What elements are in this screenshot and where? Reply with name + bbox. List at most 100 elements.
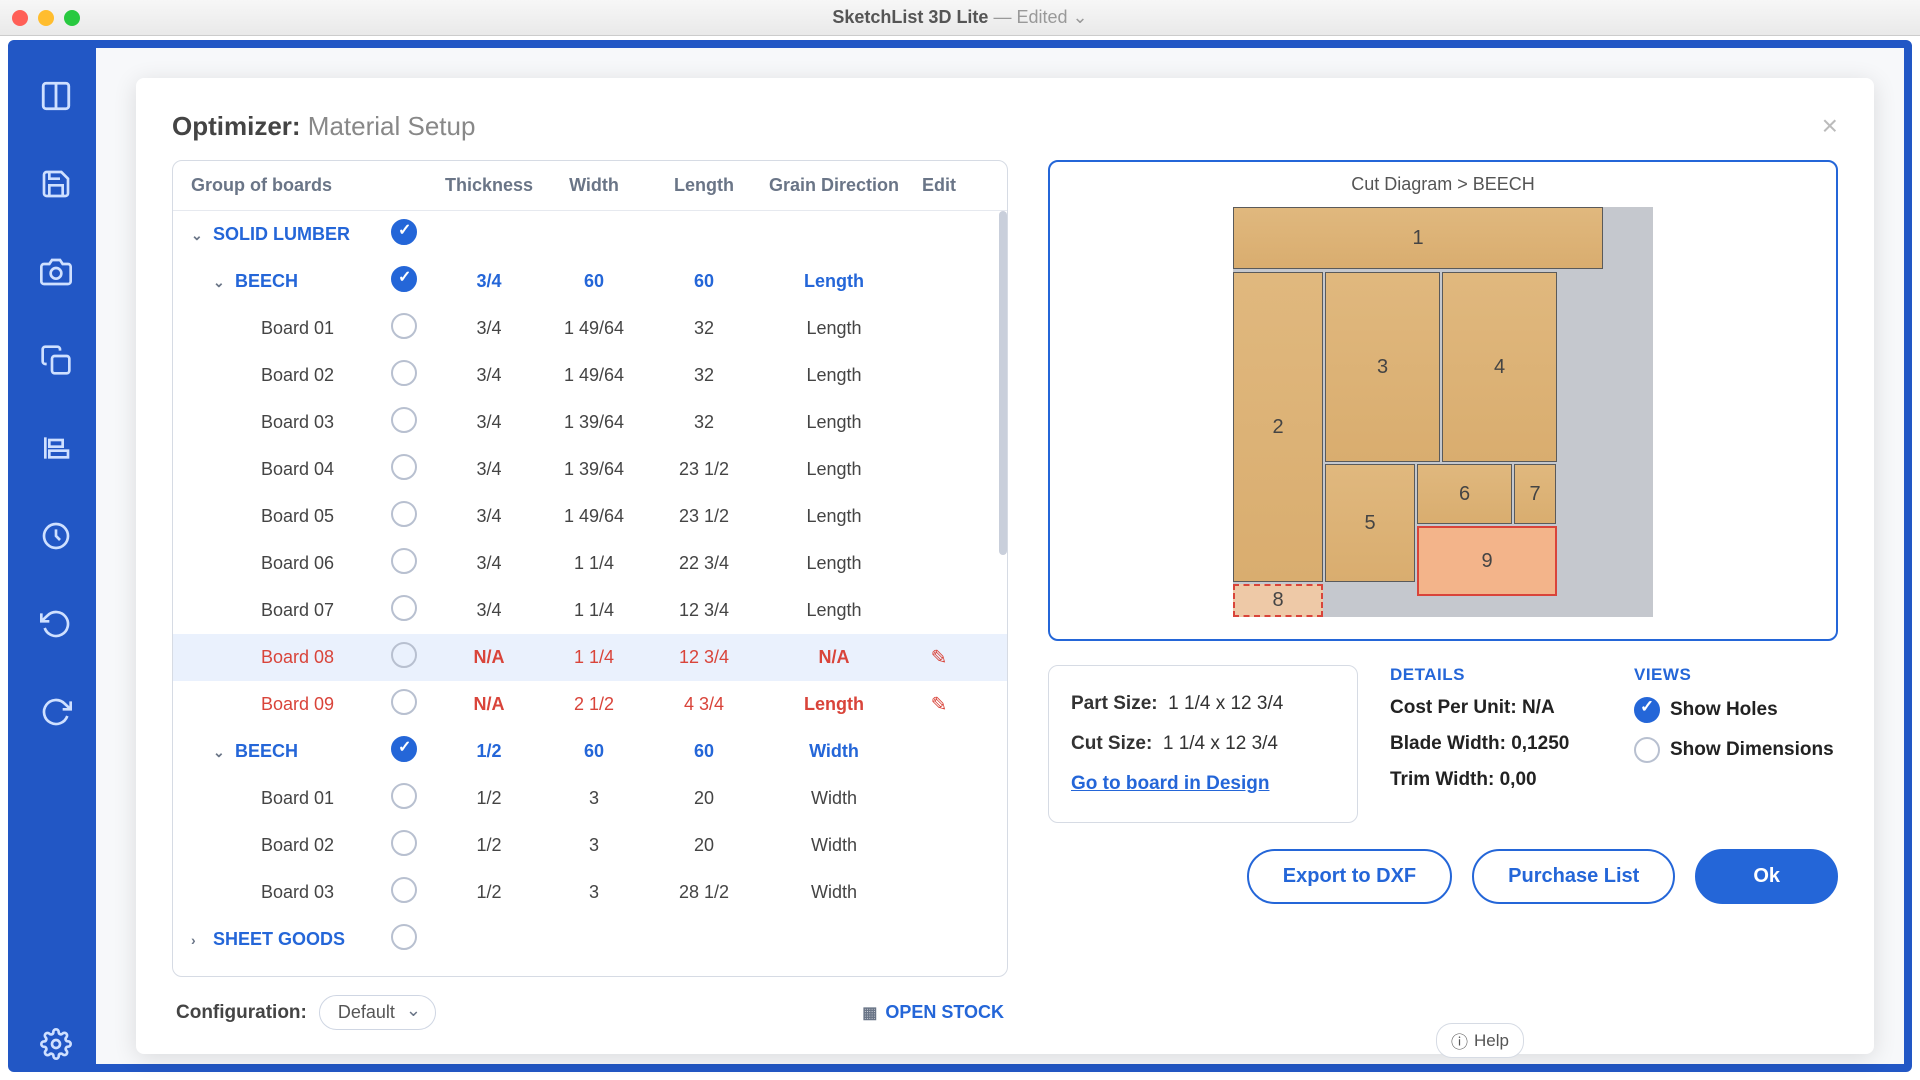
row-grain: Length — [759, 271, 909, 292]
table-row[interactable]: Board 01 3/4 1 49/64 32 Length — [173, 305, 1007, 352]
row-radio[interactable] — [391, 548, 417, 574]
row-name: SHEET GOODS — [213, 929, 345, 949]
piece-8[interactable]: 8 — [1233, 584, 1323, 617]
row-grain: Length — [759, 694, 909, 715]
cut-diagram-panel: Cut Diagram > BEECH 1 2 3 4 5 6 7 8 9 — [1048, 160, 1838, 641]
table-row[interactable]: ⌄BEECH 3/4 60 60 Length — [173, 258, 1007, 305]
table-row[interactable]: Board 07 3/4 1 1/4 12 3/4 Length — [173, 587, 1007, 634]
export-dxf-button[interactable]: Export to DXF — [1247, 849, 1452, 904]
boards-table: Group of boards Thickness Width Length G… — [172, 160, 1008, 977]
table-row[interactable]: Board 05 3/4 1 49/64 23 1/2 Length — [173, 493, 1007, 540]
row-length: 4 3/4 — [649, 694, 759, 715]
row-radio[interactable] — [391, 689, 417, 715]
row-thickness: 1/2 — [439, 788, 539, 809]
row-thickness: 3/4 — [439, 506, 539, 527]
cut-size-label: Cut Size: — [1071, 733, 1152, 754]
edit-icon[interactable]: ✎ — [931, 694, 948, 716]
row-width: 1 49/64 — [539, 506, 649, 527]
row-radio[interactable] — [391, 830, 417, 856]
table-row[interactable]: ⌄SOLID LUMBER — [173, 211, 1007, 258]
go-to-board-link[interactable]: Go to board in Design — [1071, 773, 1269, 794]
row-name: Board 09 — [261, 694, 334, 714]
configuration-select[interactable]: Default — [319, 995, 436, 1030]
show-holes-checkbox[interactable] — [1634, 697, 1660, 723]
table-row[interactable]: Board 08 N/A 1 1/4 12 3/4 N/A ✎ — [173, 634, 1007, 681]
row-radio[interactable] — [391, 266, 417, 292]
row-length: 20 — [649, 788, 759, 809]
close-dialog-button[interactable]: × — [1822, 110, 1838, 142]
table-row[interactable]: ⌄BEECH 1/2 60 60 Width — [173, 728, 1007, 775]
maximize-window-button[interactable] — [64, 10, 80, 26]
selection-info-card: Part Size: 1 1/4 x 12 3/4 Cut Size: 1 1/… — [1048, 665, 1358, 823]
open-stock-link[interactable]: ▦OPEN STOCK — [862, 1002, 1004, 1023]
row-name: Board 02 — [261, 365, 334, 385]
left-sidebar — [16, 48, 96, 1064]
undo-icon[interactable] — [36, 604, 76, 644]
table-row[interactable]: Board 02 3/4 1 49/64 32 Length — [173, 352, 1007, 399]
show-dimensions-checkbox[interactable] — [1634, 737, 1660, 763]
row-radio[interactable] — [391, 877, 417, 903]
table-row[interactable]: Board 09 N/A 2 1/2 4 3/4 Length ✎ — [173, 681, 1007, 728]
trim-width: Trim Width: 0,00 — [1390, 769, 1594, 791]
piece-7[interactable]: 7 — [1514, 464, 1556, 524]
panel-icon[interactable] — [36, 76, 76, 116]
row-radio[interactable] — [391, 501, 417, 527]
copy-icon[interactable] — [36, 340, 76, 380]
save-icon[interactable] — [36, 164, 76, 204]
row-grain: Width — [759, 788, 909, 809]
row-length: 60 — [649, 741, 759, 762]
row-radio[interactable] — [391, 736, 417, 762]
piece-6[interactable]: 6 — [1417, 464, 1512, 524]
table-row[interactable]: Board 02 1/2 3 20 Width — [173, 822, 1007, 869]
align-icon[interactable] — [36, 428, 76, 468]
row-radio[interactable] — [391, 454, 417, 480]
table-row[interactable]: Board 01 1/2 3 20 Width — [173, 775, 1007, 822]
row-radio[interactable] — [391, 407, 417, 433]
piece-9-selected[interactable]: 9 — [1417, 526, 1557, 596]
row-radio[interactable] — [391, 642, 417, 668]
piece-5[interactable]: 5 — [1325, 464, 1415, 582]
camera-icon[interactable] — [36, 252, 76, 292]
col-edit: Edit — [909, 175, 969, 196]
measure-icon[interactable] — [36, 516, 76, 556]
cut-diagram-title: Cut Diagram > BEECH — [1068, 174, 1818, 195]
row-thickness: 1/2 — [439, 835, 539, 856]
ok-button[interactable]: Ok — [1695, 849, 1838, 904]
table-row[interactable]: Board 06 3/4 1 1/4 22 3/4 Length — [173, 540, 1007, 587]
piece-2[interactable]: 2 — [1233, 272, 1323, 582]
table-header: Group of boards Thickness Width Length G… — [173, 161, 1007, 211]
details-heading: DETAILS — [1390, 665, 1594, 685]
col-width: Width — [539, 175, 649, 196]
row-radio[interactable] — [391, 360, 417, 386]
row-width: 3 — [539, 788, 649, 809]
row-radio[interactable] — [391, 313, 417, 339]
cut-diagram[interactable]: 1 2 3 4 5 6 7 8 9 — [1233, 207, 1653, 617]
gear-icon[interactable] — [36, 1024, 76, 1064]
row-length: 32 — [649, 365, 759, 386]
redo-icon[interactable] — [36, 692, 76, 732]
row-radio[interactable] — [391, 595, 417, 621]
grid-icon: ▦ — [862, 1003, 877, 1023]
row-grain: Length — [759, 459, 909, 480]
piece-1[interactable]: 1 — [1233, 207, 1603, 269]
row-grain: Length — [759, 600, 909, 621]
row-radio[interactable] — [391, 219, 417, 245]
table-row[interactable]: Board 03 3/4 1 39/64 32 Length — [173, 399, 1007, 446]
row-radio[interactable] — [391, 924, 417, 950]
row-radio[interactable] — [391, 783, 417, 809]
purchase-list-button[interactable]: Purchase List — [1472, 849, 1675, 904]
piece-4[interactable]: 4 — [1442, 272, 1557, 462]
table-row[interactable]: Board 04 3/4 1 39/64 23 1/2 Length — [173, 446, 1007, 493]
minimize-window-button[interactable] — [38, 10, 54, 26]
edit-icon[interactable]: ✎ — [931, 647, 948, 669]
table-row[interactable]: ›SHEET GOODS — [173, 916, 1007, 963]
row-length: 23 1/2 — [649, 506, 759, 527]
blade-width: Blade Width: 0,1250 — [1390, 733, 1594, 755]
table-body[interactable]: ⌄SOLID LUMBER ⌄BEECH 3/4 60 60 Length Bo… — [173, 211, 1007, 976]
row-length: 12 3/4 — [649, 647, 759, 668]
piece-3[interactable]: 3 — [1325, 272, 1440, 462]
help-button[interactable]: ⓘHelp — [1436, 1023, 1524, 1058]
close-window-button[interactable] — [12, 10, 28, 26]
row-grain: Width — [759, 882, 909, 903]
table-row[interactable]: Board 03 1/2 3 28 1/2 Width — [173, 869, 1007, 916]
